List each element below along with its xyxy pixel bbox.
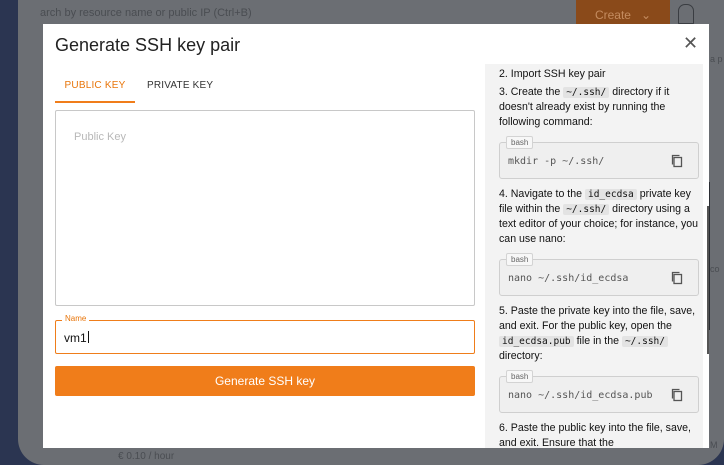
public-key-placeholder: Public Key [74,131,126,143]
background-create-label: Create [594,8,631,22]
text-caret [87,331,89,343]
inline-code: ~/.ssh/ [563,87,610,98]
background-search-input: arch by resource name or public IP (Ctrl… [40,7,252,19]
dialog-title: Generate SSH key pair [55,35,241,55]
close-icon[interactable]: ✕ [683,33,698,54]
instruction-step: 6. Paste the public key into the file, s… [499,422,691,448]
inline-code: ~/.ssh/ [621,336,668,347]
instruction-step: 4. Navigate to the id_ecdsa private key … [499,188,699,245]
code-block: bash mkdir -p ~/.ssh/ [499,136,699,179]
bell-icon [678,4,694,25]
ssh-key-dialog: Generate SSH key pair ✕ PUBLIC KEY PRIVA… [43,24,709,448]
generate-ssh-key-button[interactable]: Generate SSH key [55,366,475,396]
name-field-value[interactable]: vm1 [64,331,89,345]
instructions-panel: 2. Import SSH key pair 3. Create the ~/.… [485,64,703,448]
code-command: mkdir -p ~/.ssh/ [508,156,605,167]
copy-icon[interactable] [670,271,684,285]
background-price: € 0.10 / hour [118,451,175,462]
inline-code: id_ecdsa.pub [499,336,574,347]
instruction-step: 5. Paste the private key into the file, … [499,305,696,362]
code-language-label: bash [506,370,534,383]
tab-public-key[interactable]: PUBLIC KEY [55,76,135,103]
code-block: bash nano ~/.ssh/id_ecdsa [499,253,699,296]
background-edge-text: co [710,264,720,274]
background-edge-text: M [710,440,718,450]
instruction-step: 2. Import SSH key pair [499,68,606,80]
background-edge-text: a p [710,54,723,64]
chevron-down-icon: ⌄ [640,8,652,22]
inline-code: ~/.ssh/ [563,204,610,215]
name-field[interactable]: Name vm1 [55,314,475,354]
code-language-label: bash [506,136,534,149]
instruction-step: 3. Create the ~/.ssh/ directory if it do… [499,86,670,128]
scrollbar[interactable] [707,206,709,354]
copy-icon[interactable] [670,154,684,168]
inline-code: id_ecdsa [584,189,637,200]
code-block: bash nano ~/.ssh/id_ecdsa.pub [499,370,699,413]
public-key-textarea[interactable]: Public Key [55,110,475,306]
code-command: nano ~/.ssh/id_ecdsa.pub [508,390,653,401]
tab-private-key[interactable]: PRIVATE KEY [147,76,213,101]
name-field-label: Name [62,314,90,323]
code-language-label: bash [506,253,534,266]
copy-icon[interactable] [670,388,684,402]
code-command: nano ~/.ssh/id_ecdsa [508,273,629,284]
